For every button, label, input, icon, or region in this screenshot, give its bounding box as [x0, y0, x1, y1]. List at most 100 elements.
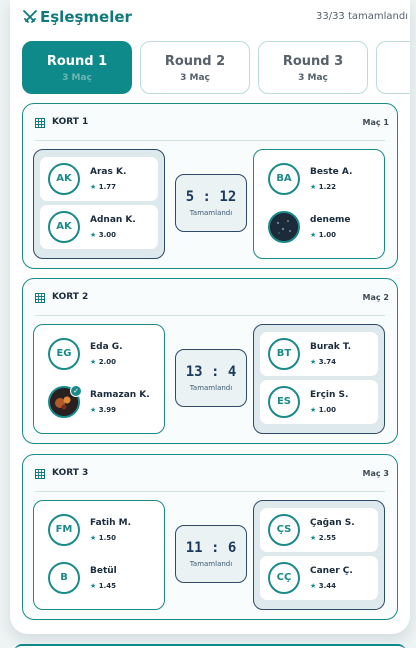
verified-check-icon: ✓: [70, 385, 82, 397]
divider: [35, 491, 385, 492]
court-grid-icon: [35, 293, 45, 303]
score-box: 11 : 6 Tamamlandı: [175, 525, 247, 583]
player-name: Aras K.: [90, 167, 127, 177]
player-rating: ★ 1.00: [310, 406, 336, 414]
avatar: AK: [48, 211, 80, 243]
divider: [35, 140, 385, 141]
court-card-3: KORT 3 Maç 3 FM Fatih M. ★ 1.50 B Betül …: [22, 454, 398, 620]
player-name: Erçin S.: [310, 390, 349, 400]
star-icon: ★: [90, 358, 97, 366]
court-name: KORT 2: [52, 292, 89, 302]
score-value: 13 : 4: [185, 364, 237, 380]
star-icon: ★: [310, 183, 317, 191]
page-title: Eşleşmeler: [40, 8, 132, 26]
star-icon: ★: [310, 582, 317, 590]
court-name: KORT 1: [52, 117, 89, 127]
star-icon: ★: [310, 534, 317, 542]
avatar-photo: [268, 211, 300, 243]
team-left: AK Aras K. ★ 1.77 AK Adnan K. ★ 3.00: [33, 149, 165, 259]
player-card[interactable]: ✓ Ramazan K. ★ 3.99: [40, 380, 158, 424]
player-name: deneme: [310, 215, 351, 225]
star-icon: ★: [90, 231, 97, 239]
matches-panel: Eşleşmeler 33/33 tamamlandı Round 1 3 Ma…: [10, 0, 410, 634]
player-rating: ★ 2.00: [90, 358, 116, 366]
match-status: Tamamlandı: [189, 384, 233, 392]
tab-match-count: 3 Maç: [180, 73, 210, 83]
player-name: Caner Ç.: [310, 566, 353, 576]
player-name: Eda G.: [90, 342, 123, 352]
tab-label: Round 2: [164, 54, 226, 69]
tab-round-1[interactable]: Round 1 3 Maç: [22, 41, 132, 94]
player-name: Adnan K.: [90, 215, 136, 225]
star-icon: ★: [310, 358, 317, 366]
divider: [35, 315, 385, 316]
player-card[interactable]: AK Adnan K. ★ 3.00: [40, 205, 158, 249]
court-grid-icon: [35, 118, 45, 128]
avatar: EG: [48, 338, 80, 370]
player-rating: ★ 3.74: [310, 358, 336, 366]
court-grid-icon: [35, 469, 45, 479]
star-icon: ★: [90, 534, 97, 542]
avatar: ÇS: [268, 514, 300, 546]
player-card[interactable]: ES Erçin S. ★ 1.00: [260, 380, 378, 424]
next-section-edge: [14, 644, 406, 648]
player-card[interactable]: deneme ★ 1.00: [260, 205, 378, 249]
avatar: B: [48, 562, 80, 594]
player-card[interactable]: EG Eda G. ★ 2.00: [40, 332, 158, 376]
score-box: 5 : 12 Tamamlandı: [175, 174, 247, 232]
court-header: KORT 1 Maç 1: [35, 116, 389, 130]
score-value: 11 : 6: [185, 540, 237, 556]
tab-label: Round 3: [282, 54, 344, 69]
match-number: Maç 2: [362, 293, 389, 302]
star-icon: ★: [310, 406, 317, 414]
tab-round-3[interactable]: Round 3 3 Maç: [258, 41, 368, 94]
star-icon: ★: [90, 183, 97, 191]
tab-round-2[interactable]: Round 2 3 Maç: [140, 41, 250, 94]
avatar: BA: [268, 163, 300, 195]
match-status: Tamamlandı: [189, 209, 233, 217]
court-header: KORT 2 Maç 2: [35, 291, 389, 305]
player-rating: ★ 1.00: [310, 231, 336, 239]
player-rating: ★ 3.44: [310, 582, 336, 590]
team-left: EG Eda G. ★ 2.00 ✓ Ramazan K. ★ 3.99: [33, 324, 165, 434]
match-number: Maç 1: [362, 118, 389, 127]
team-right: BA Beste A. ★ 1.22 deneme ★ 1.00: [253, 149, 385, 259]
court-name: KORT 3: [52, 468, 89, 478]
player-card[interactable]: CÇ Caner Ç. ★ 3.44: [260, 556, 378, 600]
player-name: Ramazan K.: [90, 390, 150, 400]
star-icon: ★: [90, 406, 97, 414]
team-left: FM Fatih M. ★ 1.50 B Betül ★ 1.45: [33, 500, 165, 610]
player-card[interactable]: FM Fatih M. ★ 1.50: [40, 508, 158, 552]
player-card[interactable]: BT Burak T. ★ 3.74: [260, 332, 378, 376]
avatar: CÇ: [268, 562, 300, 594]
player-rating: ★ 1.50: [90, 534, 116, 542]
star-icon: ★: [310, 231, 317, 239]
player-name: Beste A.: [310, 167, 353, 177]
score-box: 13 : 4 Tamamlandı: [175, 349, 247, 407]
star-icon: ★: [90, 582, 97, 590]
player-name: Çağan S.: [310, 518, 355, 528]
player-card[interactable]: BA Beste A. ★ 1.22: [260, 157, 378, 201]
player-rating: ★ 1.77: [90, 183, 116, 191]
player-name: Burak T.: [310, 342, 352, 352]
player-rating: ★ 1.22: [310, 183, 336, 191]
player-rating: ★ 3.99: [90, 406, 116, 414]
avatar: FM: [48, 514, 80, 546]
avatar: AK: [48, 163, 80, 195]
player-card[interactable]: B Betül ★ 1.45: [40, 556, 158, 600]
panel-header: Eşleşmeler 33/33 tamamlandı: [22, 8, 408, 28]
avatar: ES: [268, 386, 300, 418]
match-number: Maç 3: [362, 469, 389, 478]
avatar-photo: ✓: [48, 385, 82, 418]
crossed-swords-icon: [23, 10, 37, 23]
player-card[interactable]: AK Aras K. ★ 1.77: [40, 157, 158, 201]
tab-round-4-partial[interactable]: [376, 41, 410, 94]
team-right: ÇS Çağan S. ★ 2.55 CÇ Caner Ç. ★ 3.44: [253, 500, 385, 610]
player-rating: ★ 3.00: [90, 231, 116, 239]
tab-match-count: 3 Maç: [298, 73, 328, 83]
player-rating: ★ 2.55: [310, 534, 336, 542]
player-name: Fatih M.: [90, 518, 131, 528]
match-status: Tamamlandı: [189, 560, 233, 568]
player-card[interactable]: ÇS Çağan S. ★ 2.55: [260, 508, 378, 552]
tab-match-count: 3 Maç: [62, 73, 92, 83]
